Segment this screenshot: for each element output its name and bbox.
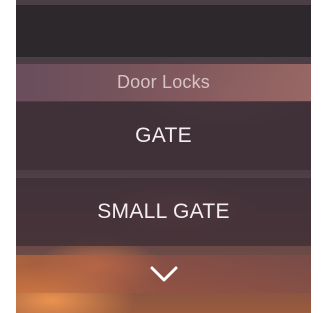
- section-title: Door Locks: [116, 72, 211, 92]
- lock-item-small-gate[interactable]: SMALL GATE: [16, 178, 311, 246]
- scroll-down-button[interactable]: [16, 255, 311, 293]
- door-locks-panel: Door Locks GATE SMALL GATE: [16, 0, 311, 313]
- chevron-down-icon: [150, 266, 178, 282]
- section-header: Door Locks: [16, 64, 311, 101]
- lock-item-label: GATE: [135, 124, 192, 147]
- lock-item-label: SMALL GATE: [97, 200, 230, 223]
- lock-item-gate[interactable]: GATE: [16, 102, 311, 170]
- top-bar: [16, 5, 311, 57]
